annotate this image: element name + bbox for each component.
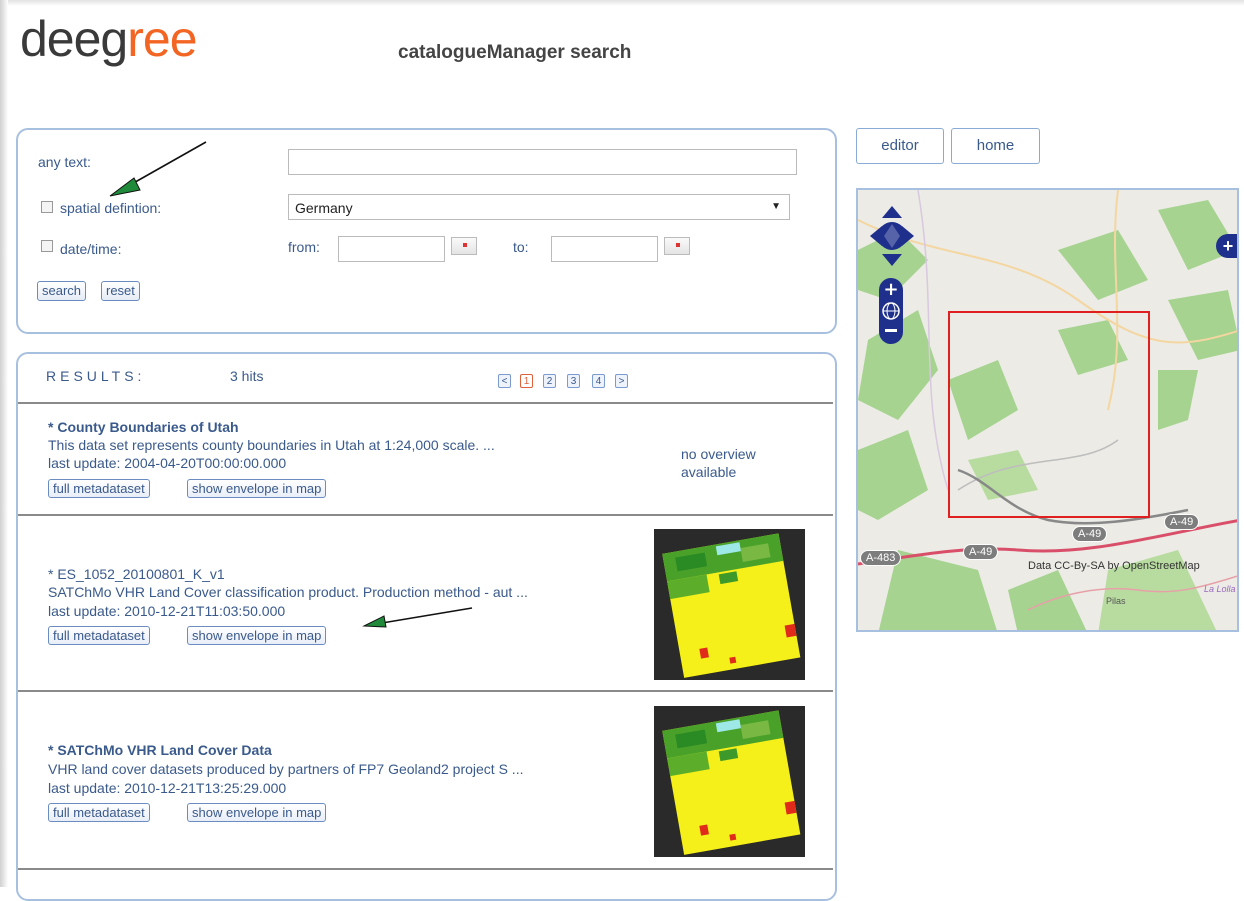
full-metadataset-button[interactable]: full metadataset	[48, 479, 150, 498]
calendar-icon[interactable]	[451, 237, 477, 255]
result-date: last update: 2010-12-21T11:03:50.000	[48, 603, 286, 619]
road-label: A-483	[860, 550, 902, 566]
annotation-arrow	[362, 607, 473, 628]
result-description: SATChMo VHR Land Cover classification pr…	[48, 584, 528, 600]
editor-button[interactable]: editor	[856, 128, 944, 164]
calendar-icon[interactable]	[664, 237, 690, 255]
any-text-label: any text:	[38, 154, 91, 170]
left-shadow	[0, 0, 8, 887]
pager-next[interactable]: >	[615, 374, 628, 388]
pager-page-1[interactable]: 1	[520, 374, 533, 388]
pager-page-3[interactable]: 3	[567, 374, 580, 388]
show-envelope-button[interactable]: show envelope in map	[187, 479, 327, 498]
svg-text:+: +	[883, 279, 898, 300]
divider	[18, 690, 833, 692]
to-date-input[interactable]	[551, 236, 658, 262]
reset-button[interactable]: reset	[101, 281, 140, 301]
no-overview-text: no overview available	[681, 446, 756, 480]
any-text-input[interactable]	[288, 149, 797, 175]
map-attribution[interactable]: Data CC-By-SA by OpenStreetMap	[1028, 560, 1200, 572]
search-button[interactable]: search	[37, 281, 87, 301]
road-label: A-49	[963, 544, 999, 560]
result-title[interactable]: * SATChMo VHR Land Cover Data	[48, 742, 272, 758]
full-metadataset-button[interactable]: full metadataset	[48, 803, 150, 822]
spatial-label: spatial defintion:	[60, 200, 162, 216]
map-view[interactable]: + + A-49 A-49 A-49 A-483 Pilas La Lolla …	[856, 188, 1239, 632]
pager-prev[interactable]: <	[498, 374, 511, 388]
result-title[interactable]: * County Boundaries of Utah	[48, 419, 239, 435]
spatial-select-value: Germany	[295, 200, 353, 216]
chevron-down-icon: ▼	[771, 201, 781, 212]
zoom-control[interactable]: +	[877, 276, 905, 346]
to-label: to:	[513, 239, 529, 255]
result-description: VHR land cover datasets produced by part…	[48, 761, 524, 777]
spatial-select[interactable]: Germany ▼	[288, 194, 790, 220]
from-date-input[interactable]	[338, 236, 445, 262]
annotation-arrow	[109, 141, 207, 197]
divider	[18, 868, 833, 870]
divider	[18, 514, 833, 516]
place-label: Pilas	[1106, 596, 1126, 606]
spatial-checkbox[interactable]	[41, 201, 53, 213]
deegree-logo: deegree	[20, 11, 198, 67]
pan-control-icon[interactable]	[870, 204, 916, 270]
overview-thumbnail	[654, 706, 805, 857]
show-envelope-button[interactable]: show envelope in map	[187, 626, 327, 645]
hits-count: 3 hits	[230, 368, 264, 384]
page-title: catalogueManager search	[398, 42, 632, 63]
place-label: La Lolla	[1204, 584, 1236, 594]
top-shadow	[0, 0, 1244, 6]
result-date: last update: 2010-12-21T13:25:29.000	[48, 780, 287, 796]
results-heading: RESULTS:	[46, 368, 146, 384]
road-label: A-49	[1072, 526, 1108, 542]
layer-switcher-icon[interactable]: +	[1216, 234, 1237, 258]
pager-page-4[interactable]: 4	[592, 374, 605, 388]
divider	[18, 402, 833, 404]
result-title[interactable]: * ES_1052_20100801_K_v1	[48, 566, 225, 582]
overview-thumbnail	[654, 529, 805, 680]
result-date: last update: 2004-04-20T00:00:00.000	[48, 455, 287, 471]
date-checkbox[interactable]	[41, 240, 53, 252]
full-metadataset-button[interactable]: full metadataset	[48, 626, 150, 645]
pager-page-2[interactable]: 2	[543, 374, 556, 388]
from-label: from:	[288, 239, 320, 255]
show-envelope-button[interactable]: show envelope in map	[187, 803, 327, 822]
date-label: date/time:	[60, 241, 122, 257]
result-description: This data set represents county boundari…	[48, 437, 495, 453]
home-button[interactable]: home	[951, 128, 1040, 164]
road-label: A-49	[1164, 514, 1200, 530]
